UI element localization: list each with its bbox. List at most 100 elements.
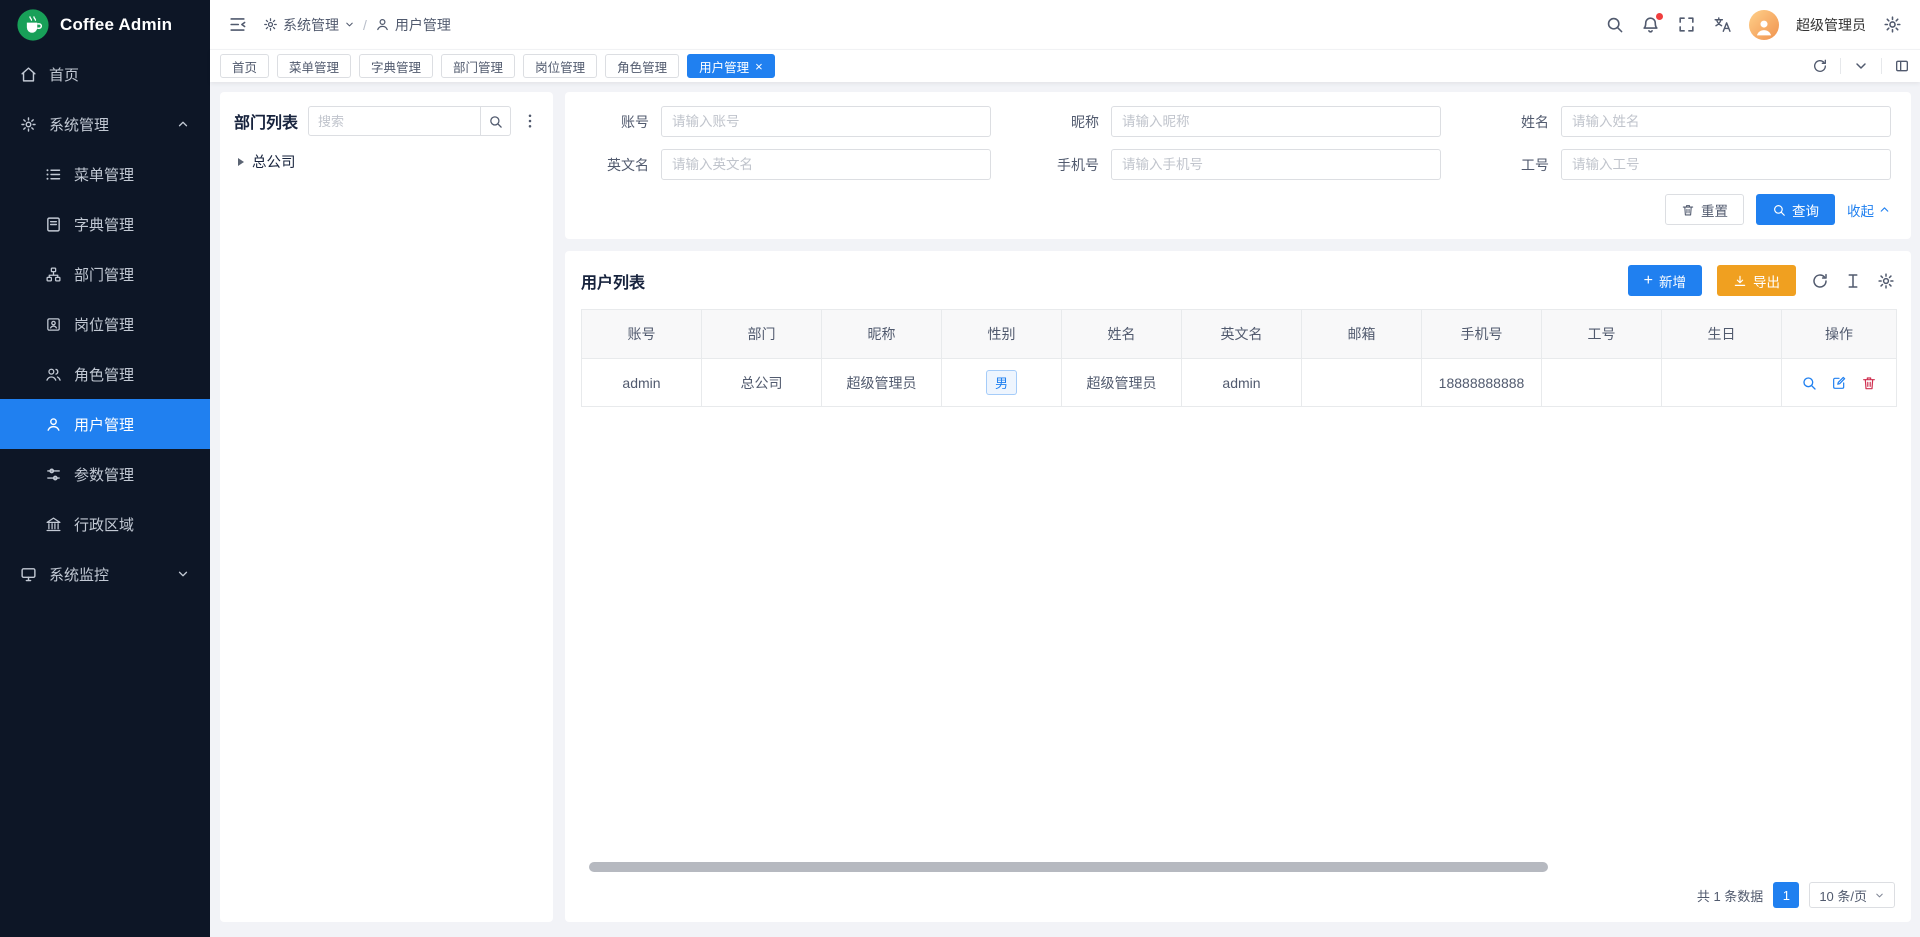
pagination: 共 1 条数据 1 10 条/页 [581, 882, 1895, 908]
department-search-group [308, 106, 511, 136]
breadcrumb-separator: / [363, 17, 367, 33]
col-job-number: 工号 [1542, 310, 1662, 359]
gender-tag: 男 [986, 370, 1017, 395]
sidebar-item-label: 部门管理 [74, 264, 134, 285]
export-button[interactable]: 导出 [1717, 265, 1796, 296]
tab-home[interactable]: 首页 [220, 54, 269, 78]
caret-right-icon[interactable] [238, 158, 244, 166]
user-icon [375, 17, 390, 32]
app-root: Coffee Admin 首页 系统管理 菜单管理 字典管理 [0, 0, 1920, 937]
search-icon [488, 114, 503, 129]
sidebar-item-user-management[interactable]: 用户管理 [0, 399, 210, 449]
layout-toggle-icon[interactable] [1894, 58, 1910, 74]
tab-label: 岗位管理 [535, 57, 585, 76]
roles-icon [45, 366, 62, 383]
cell-department: 总公司 [702, 359, 822, 407]
chevron-up-icon [1878, 203, 1891, 216]
reset-button-label: 重置 [1701, 200, 1728, 220]
app-logo[interactable]: Coffee Admin [0, 0, 210, 49]
breadcrumb-item-user[interactable]: 用户管理 [375, 15, 451, 35]
nickname-input[interactable] [1111, 106, 1441, 137]
tab-label: 菜单管理 [289, 57, 339, 76]
collapse-link-label: 收起 [1847, 200, 1874, 220]
reset-button[interactable]: 重置 [1665, 194, 1744, 225]
col-operations: 操作 [1782, 310, 1897, 359]
view-icon[interactable] [1801, 375, 1817, 391]
search-button[interactable]: 查询 [1756, 194, 1835, 225]
main-area: 系统管理 / 用户管理 超级管理员 [210, 0, 1920, 937]
org-tree-icon [45, 266, 62, 283]
tab-dictionary-management[interactable]: 字典管理 [359, 54, 433, 78]
dictionary-icon [45, 216, 62, 233]
edit-icon[interactable] [1831, 375, 1847, 391]
sidebar-item-administrative-region[interactable]: 行政区域 [0, 499, 210, 549]
user-table: 账号 部门 昵称 性别 姓名 英文名 邮箱 手机号 工号 生日 [581, 309, 1895, 407]
sidebar-item-label: 系统管理 [49, 114, 109, 135]
horizontal-scrollbar[interactable] [581, 862, 1895, 872]
sidebar-item-post-management[interactable]: 岗位管理 [0, 299, 210, 349]
tab-label: 首页 [232, 57, 257, 76]
top-header: 系统管理 / 用户管理 超级管理员 [210, 0, 1920, 49]
phone-input[interactable] [1111, 149, 1441, 180]
name-input[interactable] [1561, 106, 1891, 137]
collapse-form-link[interactable]: 收起 [1847, 200, 1891, 220]
sidebar-item-menu-management[interactable]: 菜单管理 [0, 149, 210, 199]
sidebar-item-department-management[interactable]: 部门管理 [0, 249, 210, 299]
sidebar-item-dictionary-management[interactable]: 字典管理 [0, 199, 210, 249]
col-department: 部门 [702, 310, 822, 359]
current-username[interactable]: 超级管理员 [1796, 15, 1866, 35]
sidebar-item-home[interactable]: 首页 [0, 49, 210, 99]
tab-post-management[interactable]: 岗位管理 [523, 54, 597, 78]
collapse-sidebar-icon[interactable] [228, 15, 247, 34]
page-size-select[interactable]: 10 条/页 [1809, 882, 1895, 908]
settings-gear-icon[interactable] [1883, 15, 1902, 34]
english-name-input[interactable] [661, 149, 991, 180]
tree-node-head-office[interactable]: 总公司 [234, 151, 539, 172]
sidebar-item-system-management[interactable]: 系统管理 [0, 99, 210, 149]
table-row[interactable]: admin 总公司 超级管理员 男 超级管理员 admin 1888888888… [582, 359, 1897, 407]
cell-account: admin [582, 359, 702, 407]
refresh-icon[interactable] [1812, 58, 1828, 74]
user-list-actions: + 新增 导出 [1628, 265, 1895, 296]
department-search-button[interactable] [481, 106, 511, 136]
job-number-input[interactable] [1561, 149, 1891, 180]
department-search-input[interactable] [308, 106, 481, 136]
notifications-button[interactable] [1641, 15, 1660, 34]
sidebar-item-label: 岗位管理 [74, 314, 134, 335]
scrollbar-thumb[interactable] [589, 862, 1548, 872]
breadcrumb: 系统管理 / 用户管理 [263, 15, 451, 35]
translate-icon[interactable] [1713, 15, 1732, 34]
refresh-icon[interactable] [1811, 272, 1829, 290]
delete-icon[interactable] [1861, 375, 1877, 391]
fullscreen-icon[interactable] [1677, 15, 1696, 34]
chevron-down-icon[interactable] [1853, 58, 1869, 74]
divider [1840, 58, 1841, 74]
row-height-icon[interactable] [1844, 272, 1862, 290]
tab-user-management[interactable]: 用户管理 × [687, 54, 775, 78]
tab-department-management[interactable]: 部门管理 [441, 54, 515, 78]
sidebar-item-label: 参数管理 [74, 464, 134, 485]
coffee-logo-icon [16, 8, 50, 42]
search-icon[interactable] [1605, 15, 1624, 34]
user-list-title: 用户列表 [581, 269, 645, 293]
more-options-icon[interactable] [521, 112, 539, 130]
sidebar-item-label: 角色管理 [74, 364, 134, 385]
tab-role-management[interactable]: 角色管理 [605, 54, 679, 78]
breadcrumb-label: 系统管理 [283, 15, 339, 35]
page-number-button[interactable]: 1 [1773, 882, 1799, 908]
avatar[interactable] [1749, 10, 1779, 40]
close-icon[interactable]: × [755, 60, 763, 73]
account-input[interactable] [661, 106, 991, 137]
sidebar-item-parameter-management[interactable]: 参数管理 [0, 449, 210, 499]
column-settings-gear-icon[interactable] [1877, 272, 1895, 290]
add-user-button[interactable]: + 新增 [1628, 265, 1702, 296]
cell-english-name: admin [1182, 359, 1302, 407]
tab-menu-management[interactable]: 菜单管理 [277, 54, 351, 78]
sidebar-item-system-monitor[interactable]: 系统监控 [0, 549, 210, 599]
breadcrumb-item-system[interactable]: 系统管理 [263, 15, 355, 35]
sidebar-item-label: 首页 [49, 64, 79, 85]
sidebar-item-label: 菜单管理 [74, 164, 134, 185]
sidebar-item-role-management[interactable]: 角色管理 [0, 349, 210, 399]
page-size-value: 10 条/页 [1819, 886, 1867, 905]
cell-phone: 18888888888 [1422, 359, 1542, 407]
